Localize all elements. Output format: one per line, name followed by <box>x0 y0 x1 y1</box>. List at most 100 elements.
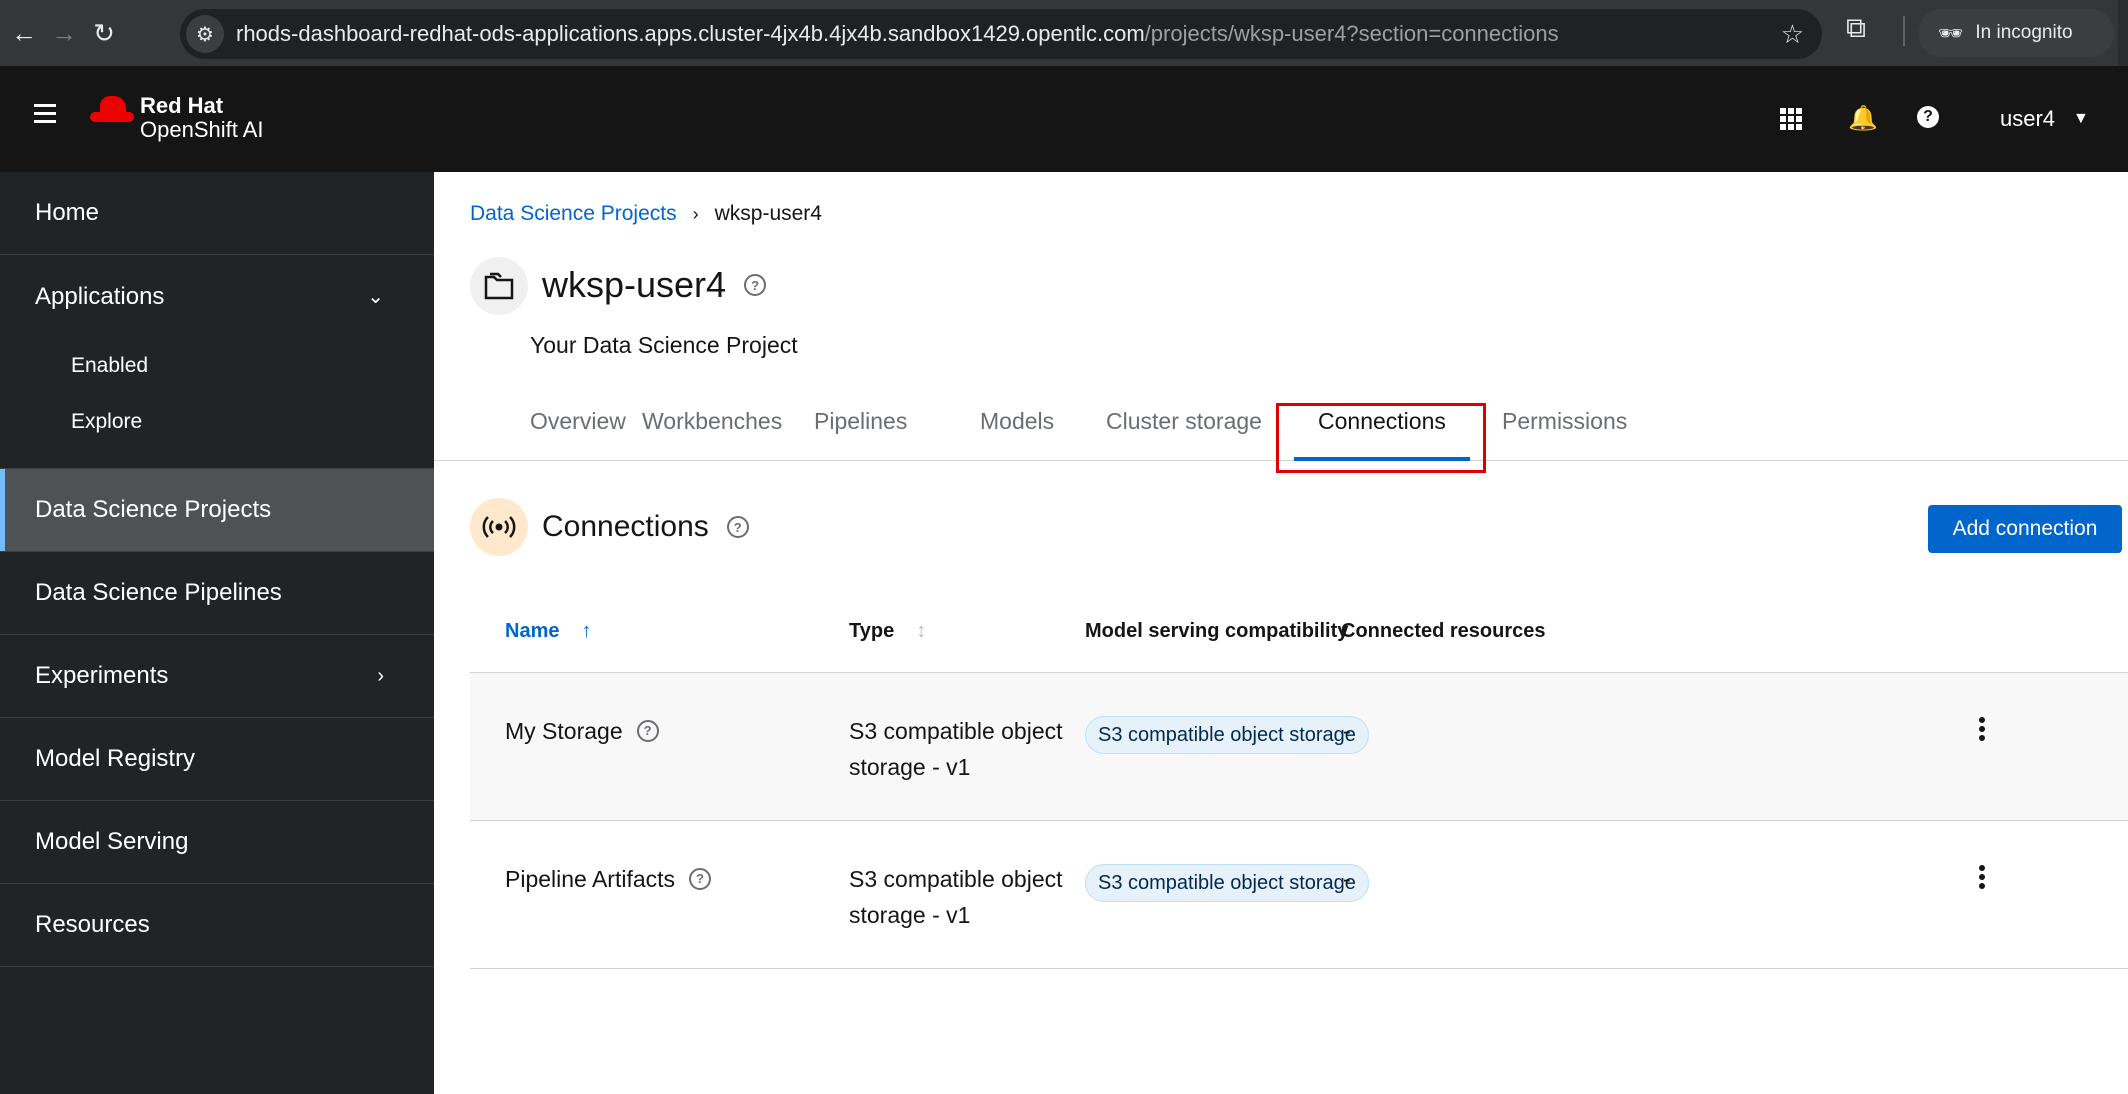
brand-name: Red Hat <box>140 93 224 118</box>
compat-label: S3 compatible object storage <box>1085 716 1369 754</box>
type-line: S3 compatible object <box>849 866 1063 892</box>
site-info-icon[interactable]: ⚙ <box>186 15 224 53</box>
tab-workbenches[interactable]: Workbenches <box>642 402 782 460</box>
table-row[interactable]: Pipeline Artifacts ? S3 compatible objec… <box>470 821 2128 969</box>
sidebar-item-label: Model Serving <box>35 828 189 855</box>
connections-broadcast-icon <box>470 498 528 556</box>
column-header-resources: Connected resources <box>1341 620 1546 643</box>
sidebar-item-label: Data Science Pipelines <box>35 579 282 606</box>
section-title: Connections ? <box>542 510 749 544</box>
toolbar-divider <box>1903 16 1905 46</box>
breadcrumb: Data Science Projects › wksp-user4 <box>470 202 822 226</box>
page-title: wksp-user4 ? <box>542 264 767 306</box>
forward-icon[interactable]: → <box>44 13 84 53</box>
sidebar-item-label: Data Science Projects <box>35 496 272 523</box>
sidebar-item-applications[interactable]: Applications ⌄ <box>0 255 434 338</box>
connections-title-text: Connections <box>542 510 709 543</box>
add-connection-button[interactable]: Add connection <box>1928 505 2122 553</box>
sidebar-item-resources[interactable]: Resources <box>0 884 434 967</box>
cell-type: S3 compatible object storage - v1 <box>849 713 1063 785</box>
project-title-text: wksp-user4 <box>542 264 727 305</box>
app-launcher-grid-icon[interactable] <box>1780 108 1802 130</box>
sidebar-nav: Home Applications ⌄ Enabled Explore Data… <box>0 172 434 1094</box>
tab-label: Permissions <box>1502 408 1628 434</box>
tab-cluster-storage[interactable]: Cluster storage <box>1106 402 1262 460</box>
username: user4 <box>2000 106 2056 131</box>
column-label: Type <box>849 620 895 642</box>
extensions-icon[interactable]: ⧉ <box>1846 12 1866 45</box>
tab-label: Overview <box>530 408 626 434</box>
sidebar-item-model-registry[interactable]: Model Registry <box>0 718 434 801</box>
reload-icon[interactable]: ↻ <box>84 13 124 53</box>
kebab-menu-icon[interactable] <box>1978 865 1986 892</box>
table-header: Name ↑ Type ↕ Model serving compatibilit… <box>470 590 2128 673</box>
annotation-highlight-box <box>1276 403 1486 473</box>
kebab-menu-icon[interactable] <box>1978 717 1986 744</box>
column-header-name[interactable]: Name ↑ <box>505 620 591 643</box>
sidebar-item-label: Resources <box>35 911 150 938</box>
url-host: rhods-dashboard-redhat-ods-applications.… <box>236 21 1145 46</box>
cell-name: Pipeline Artifacts ? <box>505 861 712 897</box>
caret-down-icon: ▼ <box>2073 110 2089 127</box>
product-name: OpenShift AI <box>140 117 264 142</box>
tab-models[interactable]: Models <box>980 402 1054 460</box>
tab-overview[interactable]: Overview <box>530 402 626 460</box>
cell-name: My Storage ? <box>505 713 659 749</box>
sidebar-item-label: Home <box>35 199 100 226</box>
cell-compat: S3 compatible object storage <box>1085 863 1369 902</box>
tab-label: Pipelines <box>814 408 908 434</box>
incognito-indicator[interactable]: 🕶 In incognito <box>1918 9 2114 57</box>
sidebar-item-label: Experiments <box>35 662 169 689</box>
chevron-down-icon: ⌄ <box>367 286 384 308</box>
column-label: Name <box>505 620 560 642</box>
sidebar-item-data-science-projects[interactable]: Data Science Projects <box>0 469 434 552</box>
back-icon[interactable]: ← <box>4 13 44 53</box>
sidebar-item-data-science-pipelines[interactable]: Data Science Pipelines <box>0 552 434 635</box>
main-content: Data Science Projects › wksp-user4 wksp-… <box>434 172 2128 1094</box>
sidebar-subitem-enabled[interactable]: Enabled <box>0 338 434 394</box>
table-row[interactable]: My Storage ? S3 compatible object storag… <box>470 673 2128 821</box>
connection-name: Pipeline Artifacts <box>505 866 676 892</box>
sidebar-item-label: Applications <box>35 282 165 310</box>
help-question-icon[interactable]: ? <box>726 516 749 538</box>
breadcrumb-link-projects[interactable]: Data Science Projects <box>470 202 677 226</box>
sort-ascending-icon: ↑ <box>581 620 592 642</box>
help-icon[interactable]: ? <box>1917 106 1939 128</box>
incognito-label: In incognito <box>1975 22 2073 43</box>
hamburger-menu-icon[interactable] <box>34 104 56 128</box>
sidebar-subitem-label: Explore <box>71 410 143 433</box>
sidebar-subitem-label: Enabled <box>71 354 149 377</box>
url-text[interactable]: rhods-dashboard-redhat-ods-applications.… <box>236 21 1559 47</box>
sidebar-subitem-explore[interactable]: Explore <box>0 394 434 450</box>
tab-pipelines[interactable]: Pipelines <box>814 402 907 460</box>
project-folder-icon <box>470 257 528 315</box>
tab-label: Cluster storage <box>1106 408 1262 434</box>
address-bar[interactable]: ⚙ rhods-dashboard-redhat-ods-application… <box>180 9 1822 59</box>
tab-label: Models <box>980 408 1055 434</box>
column-header-type[interactable]: Type ↕ <box>849 620 926 643</box>
help-question-icon[interactable]: ? <box>636 720 659 742</box>
brand-logo[interactable]: Red Hat OpenShift AI <box>90 94 264 142</box>
incognito-icon: 🕶 <box>1938 22 1964 45</box>
help-question-icon[interactable]: ? <box>744 274 767 296</box>
sidebar-item-model-serving[interactable]: Model Serving <box>0 801 434 884</box>
column-label: Model serving compatibility <box>1085 620 1349 642</box>
type-line: storage - v1 <box>849 902 971 928</box>
breadcrumb-current: wksp-user4 <box>714 202 822 225</box>
compat-label: S3 compatible object storage <box>1085 864 1369 902</box>
type-line: storage - v1 <box>849 754 971 780</box>
project-description: Your Data Science Project <box>530 332 798 358</box>
cell-resources: - <box>1343 866 1351 892</box>
url-path: /projects/wksp-user4?section=connections <box>1144 21 1559 46</box>
sidebar-item-home[interactable]: Home <box>0 172 434 255</box>
sidebar-item-experiments[interactable]: Experiments › <box>0 635 434 718</box>
tab-permissions[interactable]: Permissions <box>1502 402 1627 460</box>
notifications-bell-icon[interactable]: 🔔 <box>1848 104 1878 133</box>
connection-name: My Storage <box>505 718 623 744</box>
user-menu-toggle[interactable]: user4 ▼ <box>2000 106 2089 132</box>
cell-type: S3 compatible object storage - v1 <box>849 861 1063 933</box>
help-question-icon[interactable]: ? <box>689 868 712 890</box>
chevron-right-icon: › <box>692 203 699 224</box>
bookmark-star-icon[interactable]: ☆ <box>1781 19 1804 50</box>
column-label: Connected resources <box>1341 620 1546 642</box>
